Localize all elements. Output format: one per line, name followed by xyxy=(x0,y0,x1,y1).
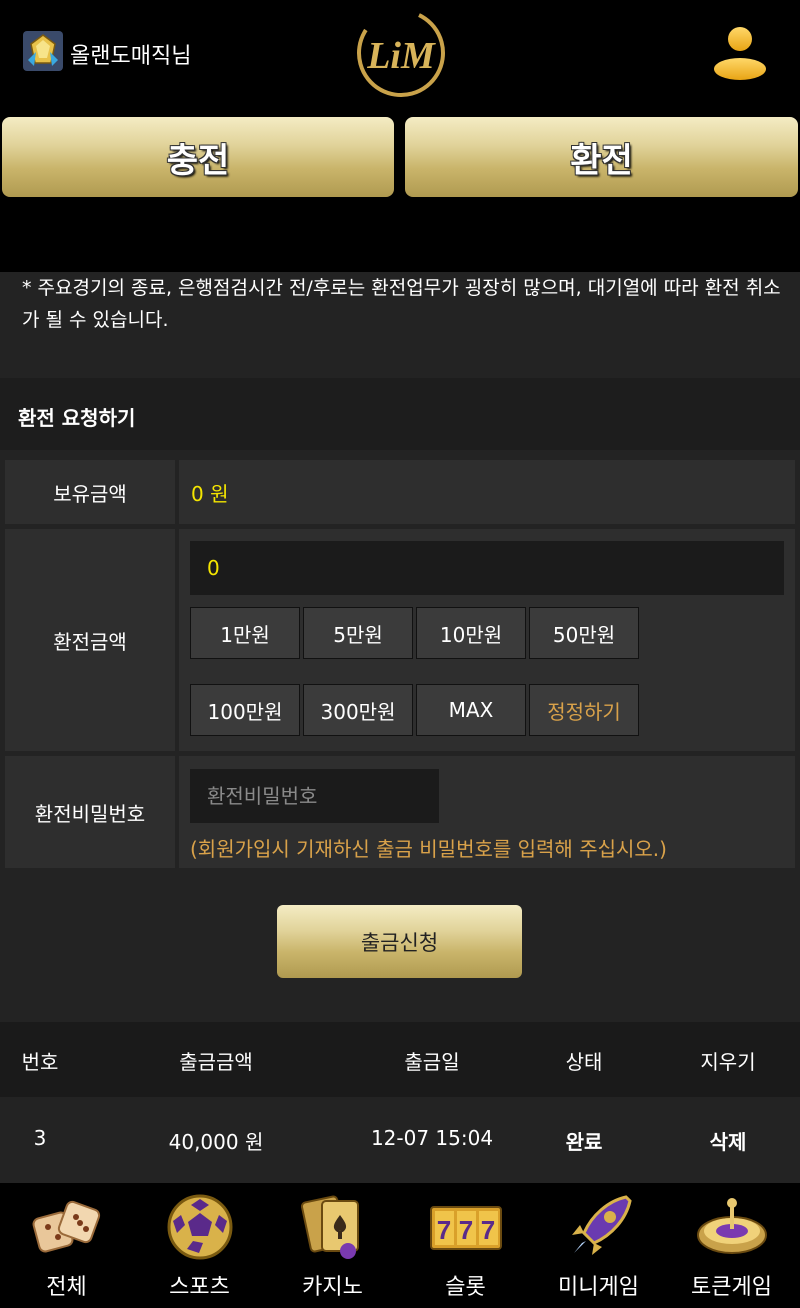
section-title: 환전 요청하기 xyxy=(18,406,136,430)
quick-amount-3m[interactable]: 300만원 xyxy=(303,684,413,736)
nav-label: 카지노 xyxy=(302,1275,363,1300)
row-number: 3 xyxy=(33,1126,47,1150)
nav-minigame[interactable]: 미니게임 xyxy=(532,1187,665,1305)
nav-label: 미니게임 xyxy=(558,1275,639,1300)
nav-all[interactable]: 전체 xyxy=(0,1187,133,1305)
svg-text:7: 7 xyxy=(437,1215,451,1245)
password-label: 환전비밀번호 xyxy=(5,756,175,868)
soccer-ball-icon xyxy=(167,1194,233,1260)
user-profile-icon[interactable] xyxy=(710,22,770,82)
balance-label: 보유금액 xyxy=(5,460,175,524)
quick-amount-max[interactable]: MAX xyxy=(416,684,526,736)
header-spacer xyxy=(0,197,800,272)
nav-sports[interactable]: 스포츠 xyxy=(133,1187,266,1305)
svg-text:7: 7 xyxy=(459,1215,473,1245)
nav-label: 슬롯 xyxy=(445,1275,486,1300)
amount-input[interactable] xyxy=(190,541,784,595)
col-delete: 지우기 xyxy=(700,1050,756,1074)
roulette-icon xyxy=(697,1198,767,1254)
delete-button[interactable]: 삭제 xyxy=(678,1126,778,1155)
col-number: 번호 xyxy=(21,1050,59,1074)
exchange-password-input[interactable] xyxy=(190,769,439,823)
col-amount: 출금금액 xyxy=(179,1050,253,1074)
col-status: 상태 xyxy=(565,1050,603,1074)
user-name: 올랜도매직님 xyxy=(70,44,192,69)
nav-label: 스포츠 xyxy=(169,1275,230,1300)
balance-value: 0 원 xyxy=(191,482,229,506)
svg-text:7: 7 xyxy=(481,1215,495,1245)
site-logo[interactable]: LiM xyxy=(354,6,448,100)
password-hint: (회원가입시 기재하신 출금 비밀번호를 입력해 주십시오.) xyxy=(190,837,667,861)
col-date: 출금일 xyxy=(404,1050,460,1074)
quick-amount-500k[interactable]: 50만원 xyxy=(529,607,639,659)
rocket-icon xyxy=(572,1195,632,1255)
row-amount: 40,000 원 xyxy=(168,1130,264,1154)
app-header: 올랜도매직님 LiM xyxy=(0,0,800,110)
nav-casino[interactable]: 카지노 xyxy=(266,1187,399,1305)
exchange-button[interactable]: 환전 xyxy=(405,117,798,197)
dice-icon xyxy=(32,1200,101,1253)
nav-label: 토큰게임 xyxy=(691,1275,772,1300)
reset-amount-button[interactable]: 정정하기 xyxy=(529,684,639,736)
quick-amount-10k[interactable]: 1만원 xyxy=(190,607,300,659)
quick-amount-50k[interactable]: 5만원 xyxy=(303,607,413,659)
row-date: 12-07 15:04 xyxy=(370,1126,494,1150)
logo-text: LiM xyxy=(366,35,436,77)
withdraw-request-button[interactable]: 출금신청 xyxy=(277,905,522,978)
gem-rank-icon xyxy=(23,31,63,71)
exchange-notice: * 주요경기의 종료, 은행점검시간 전/후로는 환전업무가 굉장히 많으며, … xyxy=(22,277,781,331)
balance-cell xyxy=(179,460,795,524)
nav-token-game[interactable]: 토큰게임 xyxy=(665,1187,798,1305)
quick-amount-1m[interactable]: 100만원 xyxy=(190,684,300,736)
deposit-button[interactable]: 충전 xyxy=(2,117,394,197)
slot-777-icon: 7 7 7 xyxy=(430,1206,502,1250)
row-status: 완료 xyxy=(565,1130,603,1154)
nav-slot[interactable]: 7 7 7 슬롯 xyxy=(399,1187,532,1305)
amount-label: 환전금액 xyxy=(5,529,175,751)
nav-label: 전체 xyxy=(46,1275,87,1300)
quick-amount-100k[interactable]: 10만원 xyxy=(416,607,526,659)
cards-icon xyxy=(300,1195,359,1259)
